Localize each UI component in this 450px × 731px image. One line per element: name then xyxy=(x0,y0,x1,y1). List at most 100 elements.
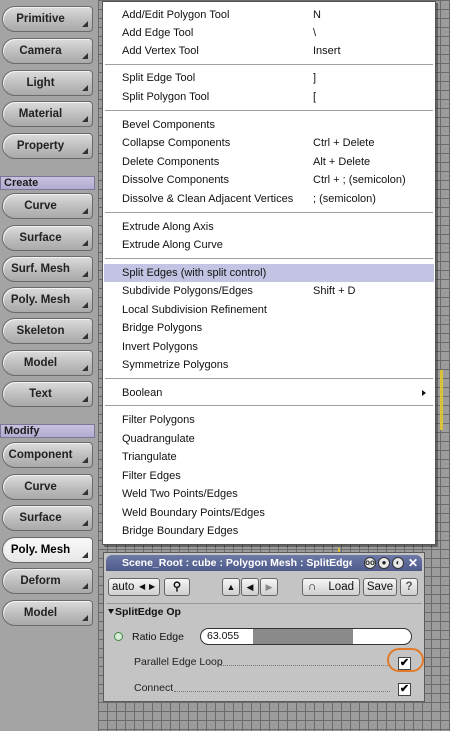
load-button[interactable]: ∩ Load xyxy=(302,578,360,596)
load-label: Load xyxy=(328,581,354,593)
menu-item-label: Invert Polygons xyxy=(122,341,198,353)
menu-item-label: Split Edge Tool xyxy=(122,72,196,84)
modify-surface-button[interactable]: Surface xyxy=(2,505,93,531)
material-button[interactable]: Material xyxy=(2,101,93,127)
menu-item-add-edge-tool[interactable]: Add Edge Tool \ xyxy=(104,24,434,42)
menu-item-split-edge-tool[interactable]: Split Edge Tool] xyxy=(104,69,434,87)
annotation-circle xyxy=(387,648,424,672)
menu-item-triangulate[interactable]: Triangulate xyxy=(104,448,434,466)
connect-checkbox[interactable]: ✔ xyxy=(398,683,411,696)
menu-item-delete-components[interactable]: Delete Components Alt + Delete xyxy=(104,153,434,171)
collapse-triangle-icon[interactable] xyxy=(108,609,114,614)
menu-arrow-icon xyxy=(82,85,88,91)
menu-item-label: Collapse Components xyxy=(122,137,231,149)
menu-item-boolean[interactable]: Boolean xyxy=(104,384,434,402)
menu-item-invert-polygons[interactable]: Invert Polygons xyxy=(104,338,434,356)
preset-left-icon[interactable]: ▶ xyxy=(260,578,278,596)
menu-item-subdivide-polygons-edges[interactable]: Subdivide Polygons/Edges Shift + D xyxy=(104,282,434,300)
menu-item-add-vertex-tool[interactable]: Add Vertex Tool Insert xyxy=(104,42,434,60)
menu-item-dissolve-components[interactable]: Dissolve Components Ctrl + ; (semicolon) xyxy=(104,171,434,189)
menu-item-label: Dissolve Components xyxy=(122,174,229,186)
panel-title-bar[interactable]: Scene_Root : cube : Polygon Mesh : Split… xyxy=(106,555,422,571)
menu-item-extrude-along-axis[interactable]: Extrude Along Axis xyxy=(104,218,434,236)
create-poly-mesh-button[interactable]: Poly. Mesh xyxy=(2,287,93,313)
modify-poly-mesh-button[interactable]: Poly. Mesh xyxy=(2,537,93,563)
preset-right-icon[interactable]: ◀ xyxy=(241,578,259,596)
menu-item-label: Filter Polygons xyxy=(122,414,195,426)
ratio-edge-label: Ratio Edge xyxy=(132,631,184,643)
modify-model-button[interactable]: Model xyxy=(2,600,93,626)
menu-separator xyxy=(105,64,433,66)
ratio-edge-slider[interactable]: 63.055 xyxy=(200,628,412,645)
property-button[interactable]: Property xyxy=(2,133,93,159)
preset-up-icon[interactable]: ▲ xyxy=(222,578,240,596)
create-model-label: Model xyxy=(23,357,58,369)
prev-arrow-icon[interactable]: ◀ xyxy=(139,579,145,595)
menu-item-shortcut: ; (semicolon) xyxy=(313,193,376,205)
menu-separator xyxy=(105,258,433,260)
light-button[interactable]: Light xyxy=(2,70,93,96)
splitedge-property-panel: Scene_Root : cube : Polygon Mesh : Split… xyxy=(103,552,425,702)
menu-item-weld-boundary-points-edges[interactable]: Weld Boundary Points/Edges xyxy=(104,504,434,522)
menu-item-filter-edges[interactable]: Filter Edges xyxy=(104,467,434,485)
menu-arrow-icon xyxy=(82,583,88,589)
menu-item-label: Add/Edit Polygon Tool xyxy=(122,9,230,21)
connect-row: Connect ✔ xyxy=(104,679,424,699)
close-icon[interactable]: ✕ xyxy=(408,555,418,571)
menu-separator xyxy=(105,110,433,112)
menu-item-shortcut: ] xyxy=(313,72,317,84)
menu-item-bridge-polygons[interactable]: Bridge Polygons xyxy=(104,319,434,337)
splitedge-op-section[interactable]: SplitEdge Op xyxy=(106,603,422,619)
create-model-button[interactable]: Model xyxy=(2,350,93,376)
panel-toolbar: auto ◀ ▶ ⚲ ▲ ◀ ▶ ∩ Load Save ? xyxy=(104,575,424,599)
menu-item-collapse-components[interactable]: Collapse Components Ctrl + Delete xyxy=(104,134,434,152)
help-button[interactable]: ? xyxy=(400,578,418,596)
create-surface-button[interactable]: Surface xyxy=(2,225,93,251)
camera-button[interactable]: Camera xyxy=(2,38,93,64)
save-button[interactable]: Save xyxy=(363,578,397,596)
menu-item-label: Triangulate xyxy=(122,451,177,463)
modify-component-label: Component xyxy=(8,449,73,461)
menu-item-dissolve-clean-adjacent-vertices[interactable]: Dissolve & Clean Adjacent Vertices ; (sem… xyxy=(104,190,434,208)
modify-component-button[interactable]: Component xyxy=(2,442,93,468)
menu-item-add-edit-polygon-tool[interactable]: Add/Edit Polygon Tool N xyxy=(104,6,434,24)
auto-dropdown[interactable]: auto ◀ ▶ xyxy=(108,578,160,596)
menu-item-split-edges-with-split-control[interactable]: Split Edges (with split control) xyxy=(104,264,434,282)
search-icon[interactable]: ⚲ xyxy=(164,578,190,596)
lock-icon[interactable]: ● xyxy=(378,557,390,569)
menu-item-local-subdivision-refinement[interactable]: Local Subdivision Refinement xyxy=(104,301,434,319)
create-skeleton-button[interactable]: Skeleton xyxy=(2,318,93,344)
menu-item-shortcut: \ xyxy=(313,27,317,39)
create-text-button[interactable]: Text xyxy=(2,381,93,407)
ratio-edge-row: Ratio Edge 63.055 xyxy=(104,627,424,647)
modify-deform-button[interactable]: Deform xyxy=(2,568,93,594)
view-icon[interactable]: oo xyxy=(364,557,376,569)
menu-item-symmetrize-polygons[interactable]: Symmetrize Polygons xyxy=(104,356,434,374)
menu-item-shortcut: Ctrl + ; (semicolon) xyxy=(313,174,406,186)
modify-section-header: Modify xyxy=(0,424,95,438)
create-poly-mesh-label: Poly. Mesh xyxy=(10,294,71,306)
menu-item-quadrangulate[interactable]: Quadrangulate xyxy=(104,430,434,448)
create-curve-button[interactable]: Curve xyxy=(2,193,93,219)
primitive-button[interactable]: Primitive xyxy=(2,6,93,32)
menu-separator xyxy=(105,405,433,407)
ratio-edge-value[interactable]: 63.055 xyxy=(207,629,253,644)
menu-item-filter-polygons[interactable]: Filter Polygons xyxy=(104,411,434,429)
modify-curve-label: Curve xyxy=(24,481,57,493)
menu-item-label: Filter Edges xyxy=(122,470,181,482)
next-arrow-icon[interactable]: ▶ xyxy=(149,579,155,595)
camera-label: Camera xyxy=(19,45,62,57)
create-section-header: Create xyxy=(0,176,95,190)
recycle-icon[interactable]: ◐ xyxy=(392,557,404,569)
menu-arrow-icon xyxy=(82,615,88,621)
menu-arrow-icon xyxy=(82,271,88,277)
create-surf-mesh-button[interactable]: Surf. Mesh xyxy=(2,256,93,282)
menu-item-bridge-boundary-edges[interactable]: Bridge Boundary Edges xyxy=(104,522,434,540)
menu-item-weld-two-points-edges[interactable]: Weld Two Points/Edges xyxy=(104,485,434,503)
menu-arrow-icon xyxy=(82,489,88,495)
modify-curve-button[interactable]: Curve xyxy=(2,474,93,500)
animation-indicator-icon[interactable] xyxy=(114,632,123,641)
menu-item-split-polygon-tool[interactable]: Split Polygon Tool [ xyxy=(104,88,434,106)
menu-item-extrude-along-curve[interactable]: Extrude Along Curve xyxy=(104,236,434,254)
menu-item-bevel-components[interactable]: Bevel Components xyxy=(104,116,434,134)
